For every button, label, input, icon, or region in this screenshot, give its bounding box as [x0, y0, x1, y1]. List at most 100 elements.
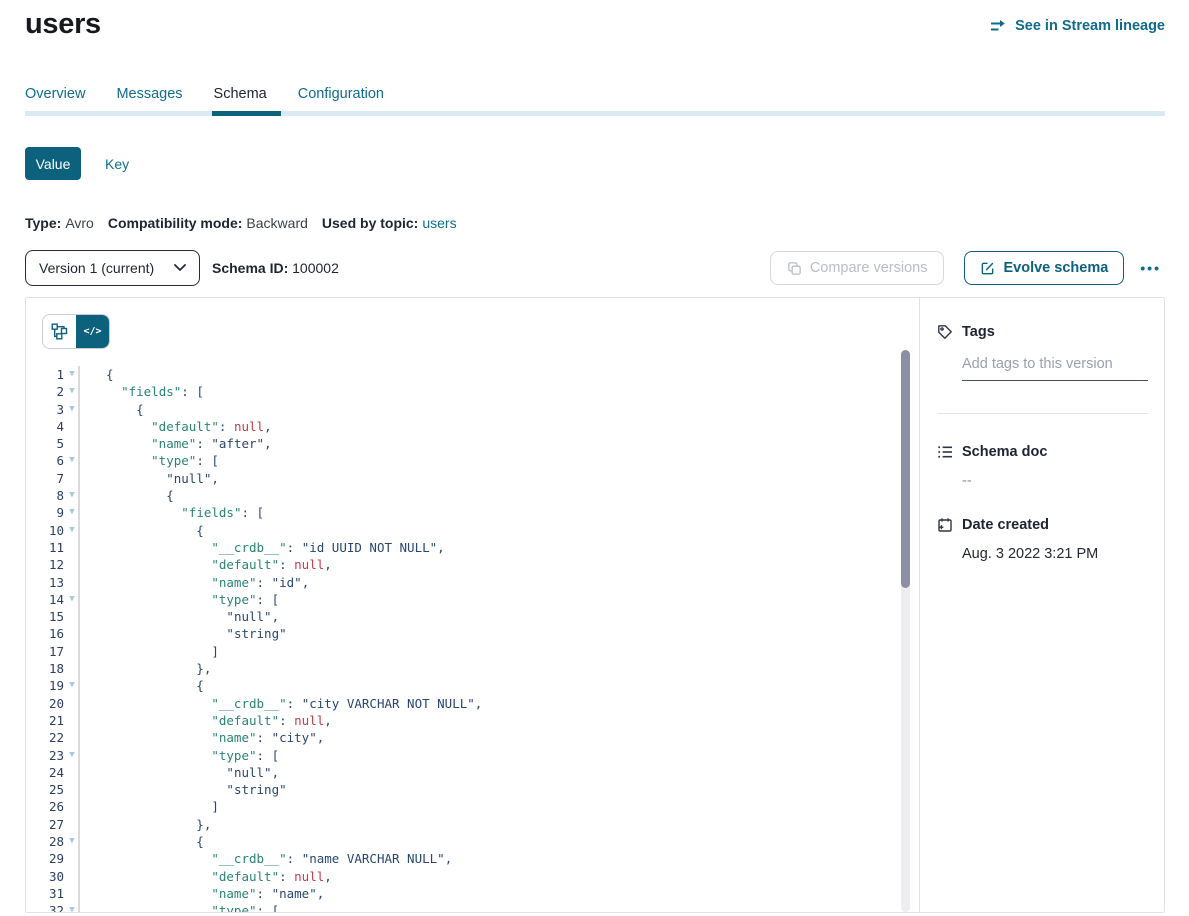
- schema-doc-title: Schema doc: [962, 444, 1047, 460]
- tab-messages[interactable]: Messages: [116, 86, 182, 111]
- line-number: 22: [42, 729, 64, 746]
- code-line: 20 "__crdb__": "city VARCHAR NOT NULL",: [42, 695, 891, 712]
- code-line: 30 "default": null,: [42, 868, 891, 885]
- type-value: Avro: [65, 215, 94, 231]
- list-icon: [937, 444, 953, 460]
- tag-icon: [937, 324, 953, 340]
- see-in-stream-lineage-link[interactable]: See in Stream lineage: [990, 18, 1165, 34]
- page-header: users See in Stream lineage: [25, 0, 1165, 41]
- value-key-toggle: Value Key: [25, 147, 1165, 180]
- code-line: 14▼ "type": [: [42, 591, 891, 608]
- line-number: 16: [42, 625, 64, 642]
- schema-sidebar: Tags: [919, 298, 1164, 912]
- code-line: 21 "default": null,: [42, 712, 891, 729]
- code-line: 32▼ "type": [: [42, 902, 891, 912]
- evolve-schema-button[interactable]: Evolve schema: [964, 251, 1124, 285]
- tab-overview[interactable]: Overview: [25, 86, 85, 111]
- line-number: 6: [42, 452, 64, 469]
- tree-view-button[interactable]: [43, 315, 76, 348]
- line-number: 10: [42, 522, 64, 539]
- line-number: 28: [42, 833, 64, 850]
- copy-icon: [787, 261, 802, 276]
- code-line: 28▼ {: [42, 833, 891, 850]
- fold-toggle-icon[interactable]: ▼: [64, 504, 80, 521]
- code-line: 5 "name": "after",: [42, 435, 891, 452]
- code-line: 25 "string": [42, 781, 891, 798]
- tab-configuration[interactable]: Configuration: [298, 86, 384, 111]
- code-line: 22 "name": "city",: [42, 729, 891, 746]
- fold-toggle-icon[interactable]: ▼: [64, 902, 80, 912]
- code-line: 7 "null",: [42, 470, 891, 487]
- line-number: 4: [42, 418, 64, 435]
- scrollbar-thumb[interactable]: [901, 350, 910, 588]
- code-editor[interactable]: 1▼{2▼ "fields": [3▼ {4 "default": null,5…: [42, 366, 891, 912]
- line-number: 25: [42, 781, 64, 798]
- code-line: 6▼ "type": [: [42, 452, 891, 469]
- tree-icon: [51, 323, 68, 340]
- code-line: 15 "null",: [42, 608, 891, 625]
- code-line: 4 "default": null,: [42, 418, 891, 435]
- code-line: 9▼ "fields": [: [42, 504, 891, 521]
- tab-schema[interactable]: Schema: [214, 86, 267, 111]
- code-view-button[interactable]: </>: [76, 315, 109, 348]
- fold-toggle-icon[interactable]: ▼: [64, 522, 80, 539]
- code-line: 1▼{: [42, 366, 891, 383]
- tags-title: Tags: [962, 324, 995, 340]
- tags-input[interactable]: [962, 356, 1148, 381]
- fold-toggle-icon[interactable]: ▼: [64, 452, 80, 469]
- compare-versions-button[interactable]: Compare versions: [770, 251, 945, 285]
- type-label: Type:: [25, 215, 61, 231]
- version-select[interactable]: Version 1 (current): [25, 250, 200, 286]
- tags-section: Tags: [937, 324, 1148, 381]
- fold-toggle-icon[interactable]: ▼: [64, 677, 80, 694]
- code-line: 11 "__crdb__": "id UUID NOT NULL",: [42, 539, 891, 556]
- fold-toggle-icon[interactable]: ▼: [64, 747, 80, 764]
- schema-id-value: 100002: [292, 260, 339, 276]
- line-number: 12: [42, 556, 64, 573]
- schema-meta-row: Type:Avro Compatibility mode:Backward Us…: [25, 215, 1165, 231]
- more-options-button[interactable]: •••: [1136, 258, 1165, 278]
- line-number: 19: [42, 677, 64, 694]
- line-number: 13: [42, 574, 64, 591]
- line-number: 18: [42, 660, 64, 677]
- fold-toggle-icon[interactable]: ▼: [64, 833, 80, 850]
- line-number: 3: [42, 401, 64, 418]
- line-number: 27: [42, 816, 64, 833]
- topic-link[interactable]: users: [422, 215, 456, 231]
- code-line: 23▼ "type": [: [42, 747, 891, 764]
- code-icon: </>: [83, 326, 101, 337]
- code-line: 10▼ {: [42, 522, 891, 539]
- line-number: 20: [42, 695, 64, 712]
- code-line: 2▼ "fields": [: [42, 383, 891, 400]
- code-line: 31 "name": "name",: [42, 885, 891, 902]
- code-line: 3▼ {: [42, 401, 891, 418]
- line-number: 24: [42, 764, 64, 781]
- line-number: 9: [42, 504, 64, 521]
- used-by-topic-label: Used by topic:: [322, 215, 418, 231]
- fold-toggle-icon[interactable]: ▼: [64, 366, 80, 383]
- schema-doc-value: --: [962, 473, 1148, 489]
- line-number: 14: [42, 591, 64, 608]
- value-toggle-button[interactable]: Value: [25, 147, 81, 180]
- code-line: 16 "string": [42, 625, 891, 642]
- key-toggle-button[interactable]: Key: [105, 156, 129, 172]
- code-line: 26 ]: [42, 798, 891, 815]
- editor-scrollbar[interactable]: [901, 350, 910, 912]
- schema-doc-section: Schema doc --: [937, 444, 1148, 489]
- line-number: 29: [42, 850, 64, 867]
- version-bar: Version 1 (current) Schema ID: 100002 Co…: [25, 250, 1165, 286]
- chevron-down-icon: [174, 264, 186, 272]
- line-number: 15: [42, 608, 64, 625]
- schema-panel: </> 1▼{2▼ "fields": [3▼ {4 "default": nu…: [25, 297, 1165, 913]
- fold-toggle-icon[interactable]: ▼: [64, 487, 80, 504]
- fold-toggle-icon[interactable]: ▼: [64, 383, 80, 400]
- code-line: 12 "default": null,: [42, 556, 891, 573]
- line-number: 8: [42, 487, 64, 504]
- date-created-section: Date created Aug. 3 2022 3:21 PM: [937, 517, 1148, 562]
- tab-bar: Overview Messages Schema Configuration: [25, 86, 1165, 116]
- line-number: 5: [42, 435, 64, 452]
- compatibility-mode-value: Backward: [246, 215, 307, 231]
- fold-toggle-icon[interactable]: ▼: [64, 401, 80, 418]
- edit-icon: [980, 261, 995, 276]
- fold-toggle-icon[interactable]: ▼: [64, 591, 80, 608]
